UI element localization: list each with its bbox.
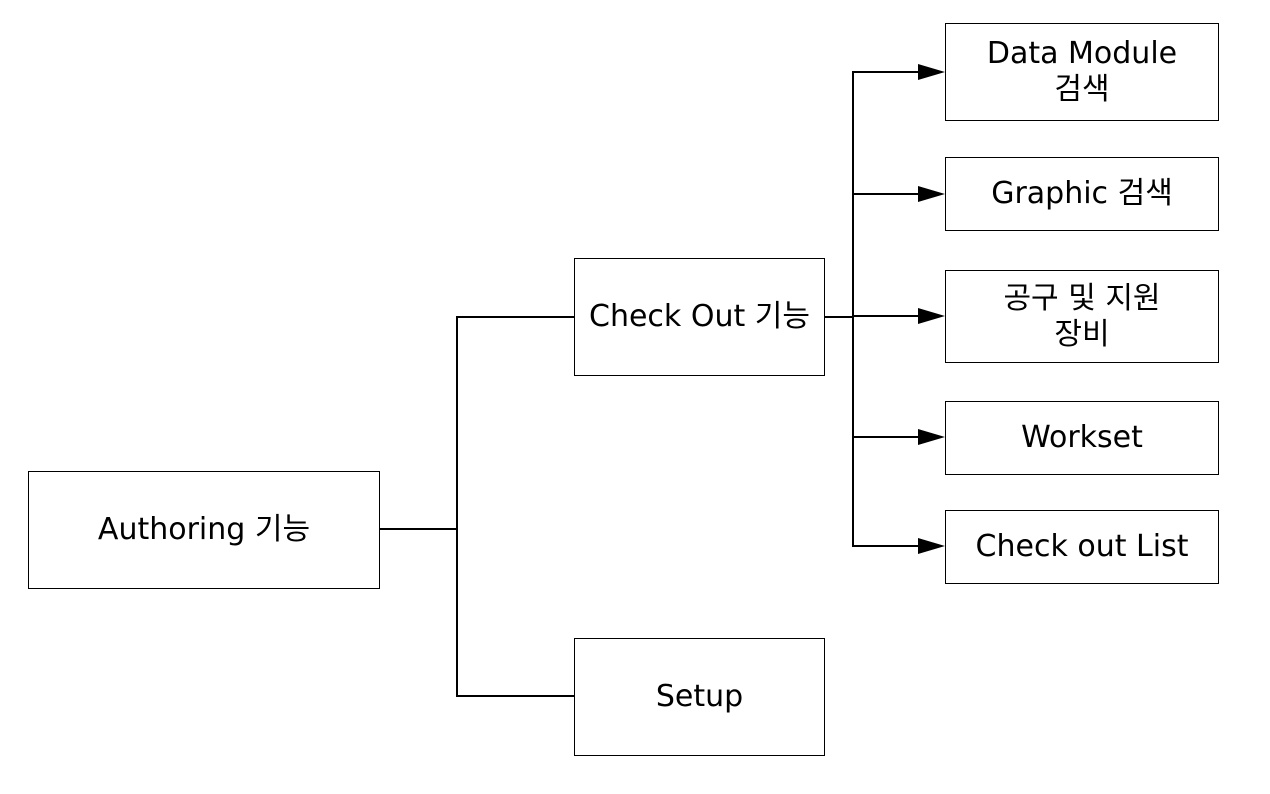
arrowhead-icon	[918, 186, 945, 202]
node-checkout: Check Out 기능	[574, 258, 825, 376]
node-workset: Workset	[945, 401, 1219, 475]
arrowhead-icon	[918, 538, 945, 554]
node-label: Check Out 기능	[589, 299, 810, 334]
node-label: 공구 및 지원 장비	[1003, 280, 1161, 352]
arrowhead-icon	[918, 308, 945, 324]
node-setup: Setup	[574, 638, 825, 756]
node-label: Authoring 기능	[97, 512, 311, 547]
node-tools-equipment: 공구 및 지원 장비	[945, 270, 1219, 363]
node-authoring: Authoring 기능	[28, 471, 380, 589]
node-label: Check out List	[975, 529, 1189, 564]
node-label: Setup	[655, 679, 744, 714]
node-label: Workset	[1021, 420, 1143, 455]
node-label: Graphic 검색	[991, 176, 1173, 211]
arrowhead-icon	[918, 64, 945, 80]
arrowhead-icon	[918, 429, 945, 445]
node-data-module-search: Data Module 검색	[945, 23, 1219, 121]
node-graphic-search: Graphic 검색	[945, 157, 1219, 231]
node-checkout-list: Check out List	[945, 510, 1219, 584]
node-label: Data Module 검색	[986, 36, 1178, 107]
